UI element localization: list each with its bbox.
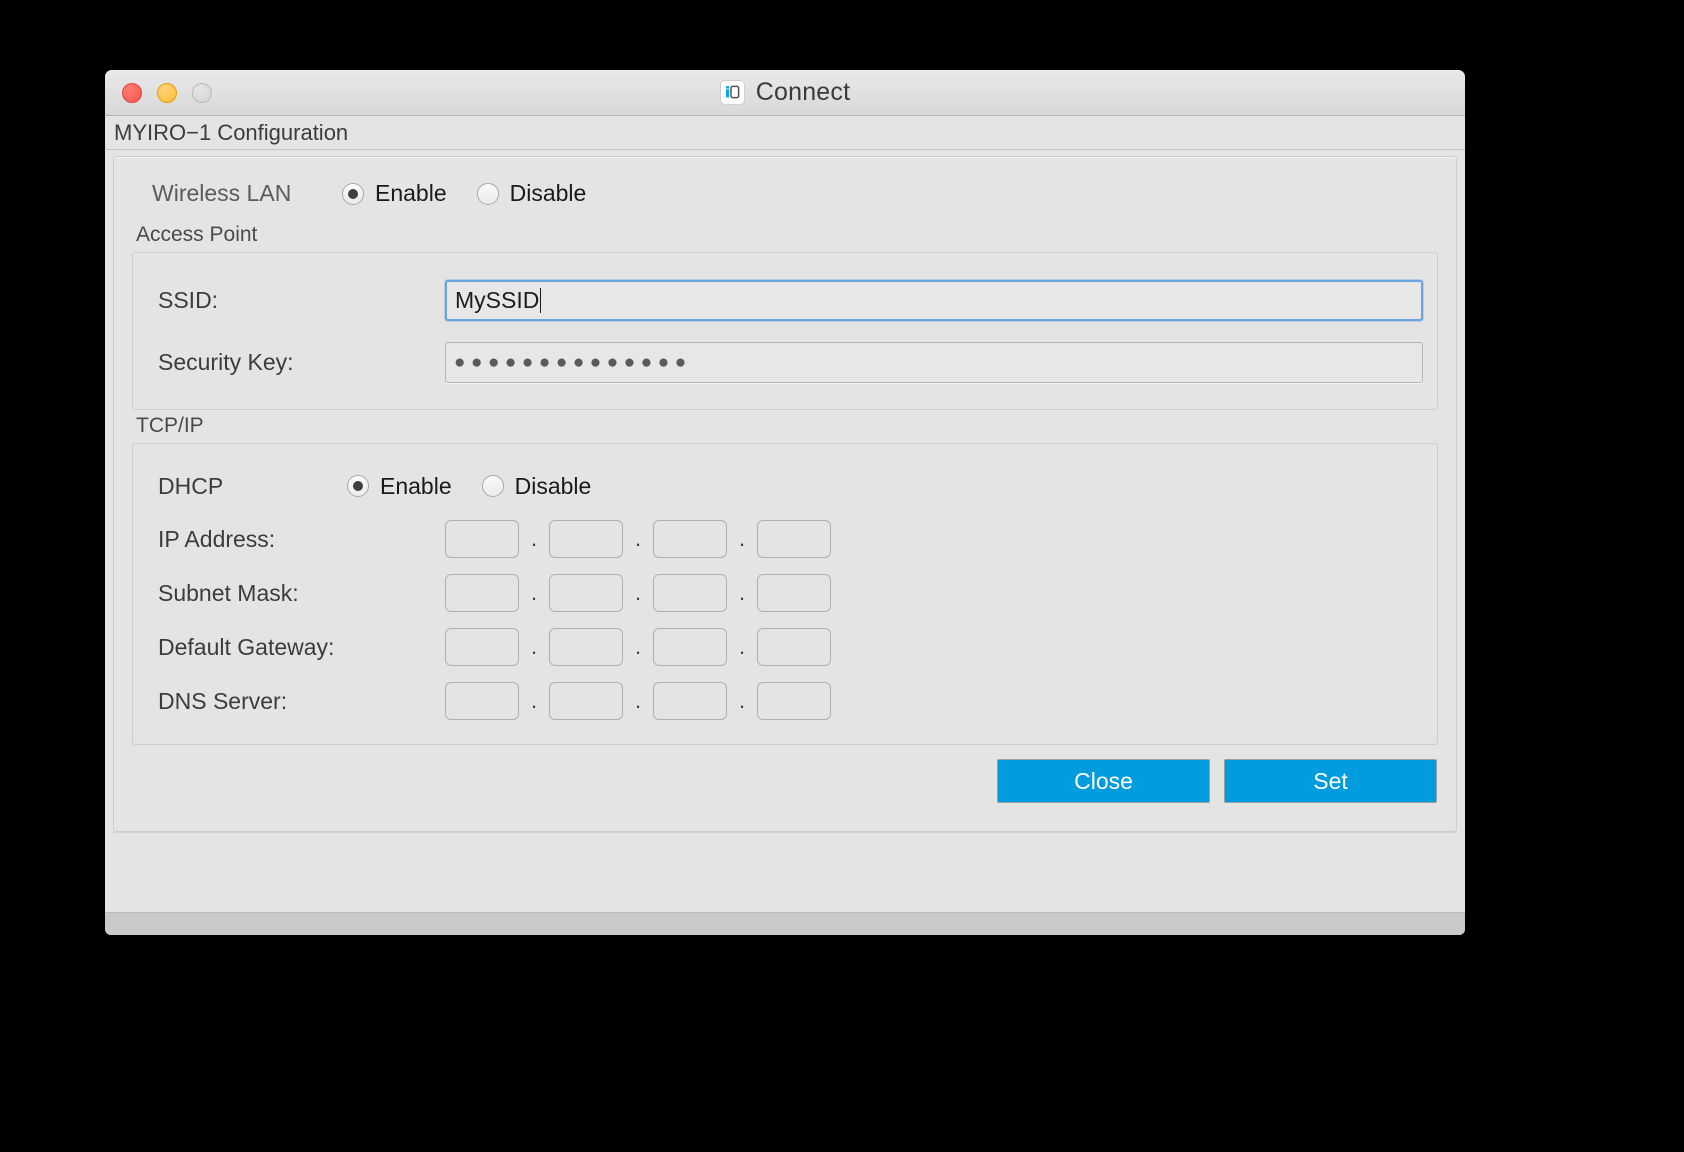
ip-address-row: IP Address: . . . <box>147 512 1423 566</box>
security-key-label: Security Key: <box>158 348 294 375</box>
dhcp-disable-label: Disable <box>514 472 592 499</box>
security-key-input-value: ●●●●●●●●●●●●●● <box>454 351 692 373</box>
octet-separator: . <box>530 580 538 605</box>
set-button[interactable]: Set <box>1224 759 1437 803</box>
wireless-lan-label: Wireless LAN <box>152 180 292 206</box>
default-gateway-octets: . . . <box>445 628 831 666</box>
minimize-window-button[interactable] <box>157 82 177 103</box>
dhcp-disable-option[interactable]: Disable <box>481 472 592 500</box>
tcpip-box: DHCP Enable Disable IP Address: . . . Su… <box>132 443 1438 745</box>
dns-server-row: DNS Server: . . . <box>147 674 1423 728</box>
text-caret-icon <box>540 287 542 313</box>
default-gateway-octet-3[interactable] <box>653 628 727 666</box>
ssid-row: SSID: MySSID <box>147 269 1423 331</box>
window-body: Wireless LAN Enable Disable Access Point <box>105 150 1465 912</box>
configuration-header-label: MYIRO−1 Configuration <box>114 119 349 145</box>
traffic-light-group <box>122 70 212 115</box>
ssid-input[interactable]: MySSID <box>445 279 1423 321</box>
octet-separator: . <box>738 526 746 551</box>
octet-separator: . <box>634 688 642 713</box>
tcpip-title: TCP/IP <box>136 414 204 437</box>
octet-separator: . <box>738 580 746 605</box>
dns-server-octets: . . . <box>445 682 831 720</box>
subnet-mask-octet-4[interactable] <box>757 574 831 612</box>
window-title: Connect <box>755 78 851 106</box>
dhcp-row: DHCP Enable Disable <box>147 460 1423 512</box>
dhcp-label: DHCP <box>158 472 224 499</box>
dhcp-enable-label: Enable <box>380 472 452 499</box>
octet-separator: . <box>738 688 746 713</box>
myiro-app-icon <box>719 80 745 105</box>
radio-icon-wlan-disable[interactable] <box>476 182 499 205</box>
octet-separator: . <box>634 526 642 551</box>
close-window-button[interactable] <box>122 82 142 103</box>
octet-separator: . <box>738 634 746 659</box>
dns-server-octet-2[interactable] <box>549 682 623 720</box>
radio-icon-dhcp-disable[interactable] <box>481 475 504 497</box>
dns-server-octet-4[interactable] <box>757 682 831 720</box>
security-key-input[interactable]: ●●●●●●●●●●●●●● <box>445 341 1423 383</box>
default-gateway-octet-4[interactable] <box>757 628 831 666</box>
dhcp-enable-option[interactable]: Enable <box>347 473 452 500</box>
dns-server-label: DNS Server: <box>158 687 288 714</box>
dhcp-radio-group: Enable Disable <box>347 473 591 500</box>
subnet-mask-octet-3[interactable] <box>653 574 727 612</box>
ip-address-octet-2[interactable] <box>549 520 623 558</box>
default-gateway-octet-2[interactable] <box>549 628 623 666</box>
octet-separator: . <box>634 634 642 659</box>
octet-separator: . <box>634 580 642 605</box>
default-gateway-octet-1[interactable] <box>445 628 519 666</box>
wireless-lan-enable-label: Enable <box>375 180 447 206</box>
ssid-label: SSID: <box>158 286 219 313</box>
window-resize-grip[interactable] <box>105 912 1465 935</box>
ip-address-octet-3[interactable] <box>653 520 727 558</box>
ssid-input-value: MySSID <box>455 286 540 313</box>
configuration-header: MYIRO−1 Configuration <box>105 116 1465 150</box>
security-key-row: Security Key: ●●●●●●●●●●●●●● <box>147 331 1423 393</box>
default-gateway-label: Default Gateway: <box>158 633 335 660</box>
window-titlebar: Connect <box>105 70 1465 116</box>
dns-server-octet-1[interactable] <box>445 682 519 720</box>
connect-window: Connect MYIRO−1 Configuration Wireless L… <box>105 70 1465 935</box>
wireless-lan-disable-label: Disable <box>509 180 587 206</box>
ip-address-label: IP Address: <box>158 525 276 552</box>
zoom-window-button[interactable] <box>192 82 212 103</box>
access-point-title: Access Point <box>136 223 258 246</box>
radio-icon-wlan-enable[interactable] <box>342 182 364 205</box>
ip-address-octets: . . . <box>445 520 831 558</box>
default-gateway-row: Default Gateway: . . . <box>147 620 1423 674</box>
wireless-lan-disable-option[interactable]: Disable <box>476 180 587 207</box>
window-title-group: Connect <box>105 70 1465 115</box>
ip-address-octet-4[interactable] <box>757 520 831 558</box>
subnet-mask-row: Subnet Mask: . . . <box>147 566 1423 620</box>
access-point-box: SSID: MySSID Security Key: ●●●●●●●●●●●●●… <box>132 252 1438 410</box>
close-button[interactable]: Close <box>997 759 1210 803</box>
wireless-lan-radio-group: Enable Disable <box>342 180 586 207</box>
octet-separator: . <box>530 526 538 551</box>
octet-separator: . <box>530 688 538 713</box>
ip-address-octet-1[interactable] <box>445 520 519 558</box>
radio-icon-dhcp-enable[interactable] <box>347 475 369 497</box>
window-footer <box>113 832 1457 912</box>
subnet-mask-octet-1[interactable] <box>445 574 519 612</box>
subnet-mask-octets: . . . <box>445 574 831 612</box>
octet-separator: . <box>530 634 538 659</box>
wireless-lan-row: Wireless LAN Enable Disable <box>152 180 1438 207</box>
configuration-panel: Wireless LAN Enable Disable Access Point <box>113 156 1457 832</box>
dialog-button-bar: Close Set <box>132 759 1438 803</box>
tcpip-group: TCP/IP DHCP Enable Disable IP Address: .… <box>132 414 1438 745</box>
subnet-mask-octet-2[interactable] <box>549 574 623 612</box>
wireless-lan-enable-option[interactable]: Enable <box>342 180 447 207</box>
access-point-group: Access Point SSID: MySSID Security Key: … <box>132 223 1438 410</box>
dns-server-octet-3[interactable] <box>653 682 727 720</box>
subnet-mask-label: Subnet Mask: <box>158 579 299 606</box>
